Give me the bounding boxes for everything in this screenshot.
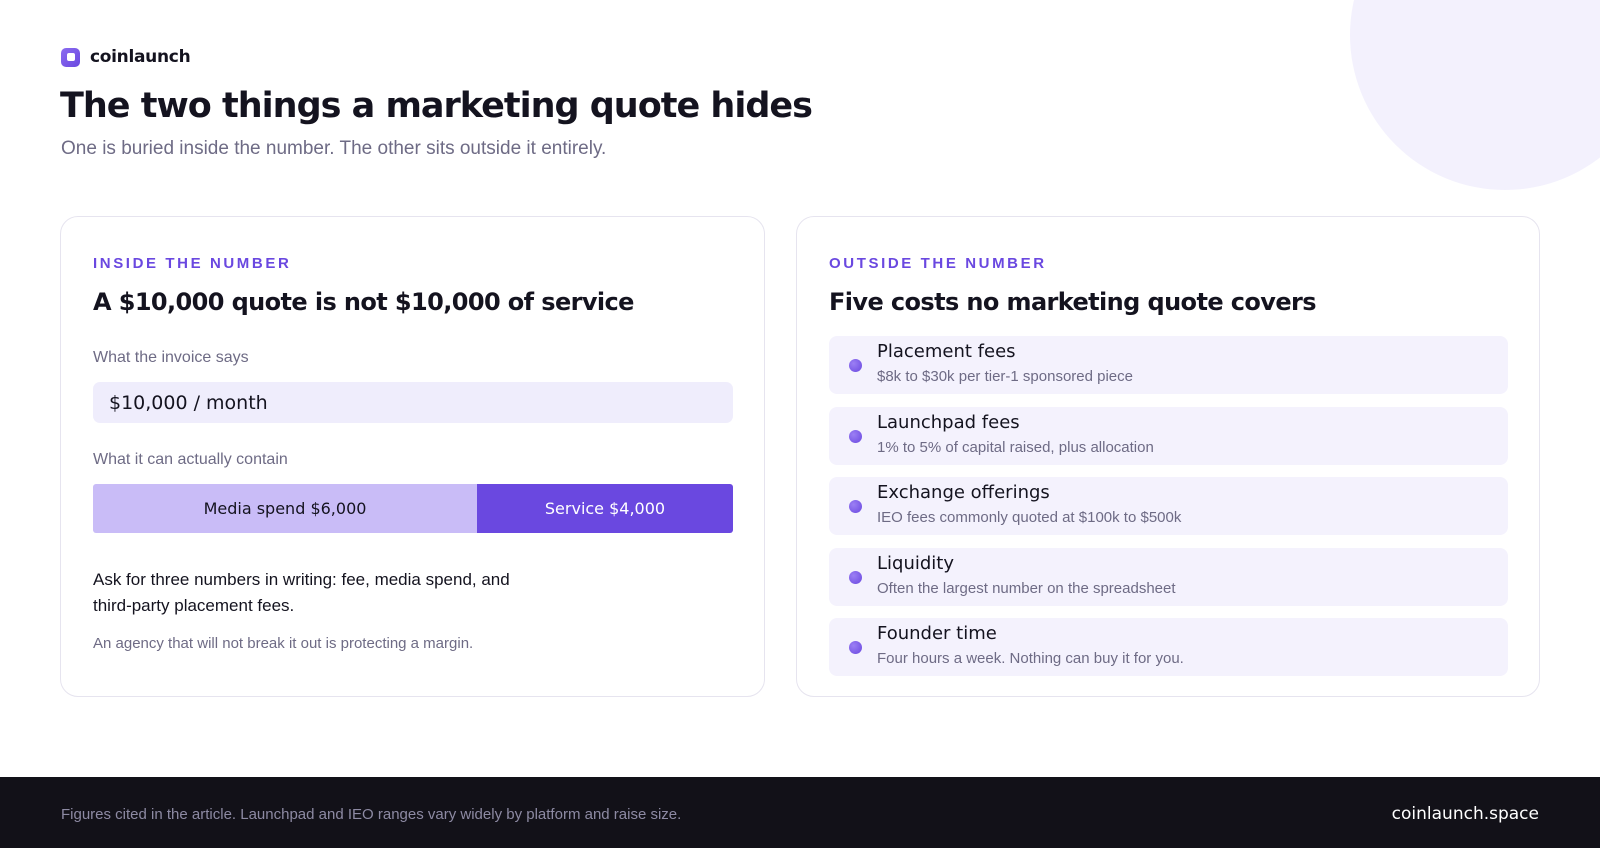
cost-split-bar: Media spend $6,000 Service $4,000 [93, 484, 733, 533]
cost-item-placement-fees: Placement fees $8k to $30k per tier-1 sp… [829, 336, 1508, 394]
invoice-label: What the invoice says [93, 349, 249, 366]
page-title: The two things a marketing quote hides [60, 86, 813, 126]
cost-name: Launchpad fees [877, 411, 1020, 433]
inside-footnote: An agency that will not break it out is … [93, 635, 474, 652]
cost-item-exchange-offerings: Exchange offerings IEO fees commonly quo… [829, 477, 1508, 535]
inside-eyebrow: INSIDE THE NUMBER [93, 255, 292, 272]
contain-label: What it can actually contain [93, 451, 288, 468]
footer-note: Figures cited in the article. Launchpad … [61, 806, 682, 823]
cost-name: Placement fees [877, 341, 1016, 362]
inside-the-number-card: INSIDE THE NUMBER A $10,000 quote is not… [60, 216, 765, 697]
cost-item-launchpad-fees: Launchpad fees 1% to 5% of capital raise… [829, 406, 1508, 465]
outside-eyebrow: OUTSIDE THE NUMBER [829, 255, 1047, 272]
cost-desc: IEO fees commonly quoted at $100k to $50… [877, 509, 1182, 526]
advice-text: Ask for three numbers in writing: fee, m… [93, 570, 510, 615]
bullet-dot-icon [849, 641, 862, 654]
footer-domain-link[interactable]: coinlaunch.space [1392, 804, 1539, 824]
cost-desc: Often the largest number on the spreadsh… [877, 579, 1176, 597]
cost-name: Founder time [877, 623, 997, 644]
cost-item-founder-time: Founder time Four hours a week. Nothing … [829, 618, 1508, 676]
brand: coinlaunch [61, 47, 191, 67]
cost-name: Liquidity [877, 552, 955, 574]
cost-desc: 1% to 5% of capital raised, plus allocat… [877, 438, 1154, 456]
footer: Figures cited in the article. Launchpad … [0, 777, 1600, 848]
bullet-dot-icon [849, 429, 862, 443]
coinlaunch-logo-icon [61, 47, 80, 67]
page-subtitle: One is buried inside the number. The oth… [61, 138, 607, 159]
brand-name: coinlaunch [90, 47, 191, 67]
bullet-dot-icon [849, 359, 862, 372]
bullet-dot-icon [849, 500, 862, 513]
outside-the-number-card: OUTSIDE THE NUMBER Five costs no marketi… [796, 216, 1540, 697]
cost-name: Exchange offerings [877, 482, 1050, 503]
service-segment: Service $4,000 [477, 484, 733, 533]
cost-item-liquidity: Liquidity Often the largest number on th… [829, 547, 1508, 606]
cost-list: Placement fees $8k to $30k per tier-1 sp… [829, 336, 1508, 689]
media-spend-segment: Media spend $6,000 [93, 484, 477, 533]
outside-card-title: Five costs no marketing quote covers [829, 288, 1317, 316]
cost-desc: $8k to $30k per tier-1 sponsored piece [877, 368, 1133, 385]
invoice-value: $10,000 / month [93, 382, 733, 423]
bullet-dot-icon [849, 570, 862, 584]
cost-desc: Four hours a week. Nothing can buy it fo… [877, 650, 1184, 667]
decorative-circle [1350, 0, 1600, 190]
inside-card-title: A $10,000 quote is not $10,000 of servic… [93, 288, 634, 316]
